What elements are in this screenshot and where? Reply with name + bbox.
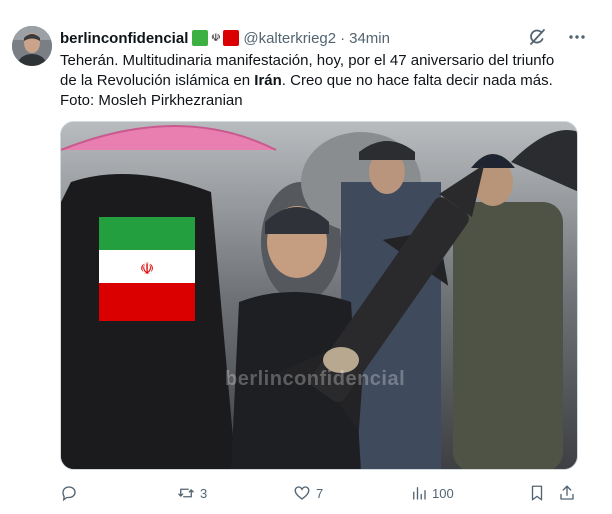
like-icon	[292, 484, 312, 502]
views-icon	[410, 484, 428, 502]
iran-emblem-badge: ☫	[210, 32, 221, 44]
tweet-text-line-1: Teherán. Multitudinaria manifestación, h…	[60, 52, 555, 69]
share-button[interactable]	[558, 482, 576, 504]
tweet-header: berlinconfidencial ☫ @kalterkrieg2 · 34m…	[60, 28, 390, 48]
grok-icon[interactable]	[526, 26, 548, 48]
tweet-text-line-2-end: . Creo que no hace falta decir nada más.	[281, 72, 553, 89]
tweet-text-bold: Irán	[254, 72, 282, 89]
flag-badges: ☫	[192, 30, 240, 46]
tweet-time[interactable]: 34min	[349, 30, 390, 47]
author-handle[interactable]: @kalterkrieg2	[243, 30, 336, 47]
svg-text:☫: ☫	[140, 259, 154, 278]
reply-icon	[60, 484, 78, 502]
top-actions	[526, 26, 588, 48]
share-icon	[558, 484, 576, 502]
tweet-text-line-2: de la Revolución islámica en Irán. Creo …	[60, 71, 590, 91]
tweet-card: berlinconfidencial ☫ @kalterkrieg2 · 34m…	[0, 0, 612, 514]
more-icon[interactable]	[566, 26, 588, 48]
views-count: 100	[432, 485, 454, 501]
photo-watermark: berlinconfidencial	[225, 368, 406, 390]
bookmark-icon	[528, 484, 546, 502]
retweet-count: 3	[200, 485, 208, 501]
avatar[interactable]	[12, 26, 52, 66]
tweet-text: Teherán. Multitudinaria manifestación, h…	[60, 51, 590, 111]
views-button[interactable]: 100	[410, 482, 454, 504]
like-button[interactable]: 7	[292, 482, 323, 504]
bookmark-button[interactable]	[528, 482, 546, 504]
author-display-name[interactable]: berlinconfidencial	[60, 30, 188, 47]
separator-dot: ·	[340, 29, 346, 47]
reply-button[interactable]	[60, 482, 82, 504]
tweet-text-line-2-start: de la Revolución islámica en	[60, 72, 255, 89]
tweet-text-line-3: Foto: Mosleh Pirkhezranian	[60, 92, 243, 109]
retweet-button[interactable]: 3	[176, 482, 207, 504]
tweet-photo[interactable]: ☫ berlinconfidencial	[60, 121, 578, 470]
retweet-icon	[176, 484, 196, 502]
like-count: 7	[316, 485, 324, 501]
red-square-badge	[223, 30, 240, 46]
green-square-badge	[192, 30, 209, 46]
action-bar: 3 7 100	[60, 482, 580, 506]
